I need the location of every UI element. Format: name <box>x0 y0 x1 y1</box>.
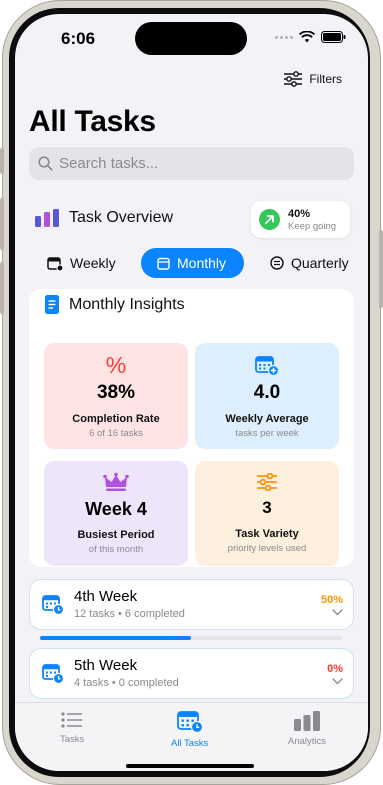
filters-button[interactable]: Filters <box>283 71 342 87</box>
insights-header: Monthly Insights <box>45 295 185 314</box>
signal-dots-icon <box>275 35 293 39</box>
week-summary: 4 tasks • 0 completed <box>74 677 179 689</box>
metric-weekly-average: 4.0 Weekly Average tasks per week <box>195 343 339 449</box>
volume-up-button <box>0 198 4 250</box>
calendar-clock-icon <box>42 664 64 684</box>
tabbar-label: Analytics <box>288 736 327 747</box>
calendar-clock-icon <box>42 595 64 615</box>
bar-chart-icon <box>294 711 320 731</box>
week-title: 4th Week <box>74 588 138 605</box>
week-summary: 12 tasks • 6 completed <box>74 608 185 620</box>
metric-subtitle: priority levels used <box>227 543 307 554</box>
metric-label: Weekly Average <box>225 413 309 425</box>
insights-title: Monthly Insights <box>69 295 185 313</box>
week-progress-bar <box>40 636 342 640</box>
metric-task-variety: 3 Task Variety priority levels used <box>195 461 339 566</box>
task-overview-title: Task Overview <box>69 209 174 226</box>
percent-icon: % <box>105 352 127 378</box>
week-percent: 0% <box>327 663 343 675</box>
quarter-icon <box>270 256 284 270</box>
calendar-week-icon <box>47 256 63 271</box>
metric-value: 4.0 <box>253 382 281 403</box>
metric-subtitle: 6 of 16 tasks <box>89 428 143 439</box>
sliders-icon <box>257 473 277 491</box>
tab-quarterly[interactable]: Quarterly <box>256 248 368 278</box>
tab-weekly[interactable]: Weekly <box>35 248 124 278</box>
week-row-4[interactable]: 4th Week 12 tasks • 6 completed 50% <box>29 579 354 630</box>
tab-weekly-label: Weekly <box>70 255 116 271</box>
volume-down-button <box>0 262 4 314</box>
power-button <box>379 230 383 308</box>
week-title: 5th Week <box>74 657 138 674</box>
status-time: 6:06 <box>61 29 96 48</box>
search-bar[interactable] <box>29 147 354 180</box>
metric-busiest-period: Week 4 Busiest Period of this month <box>44 461 188 566</box>
period-tabs: Weekly Monthly Quarterly <box>15 248 368 278</box>
week-percent: 50% <box>320 594 343 606</box>
metric-value: Week 4 <box>85 499 147 519</box>
metric-label: Busiest Period <box>77 529 155 541</box>
progress-percent: 40% <box>288 207 311 220</box>
task-overview-header: Task Overview <box>35 209 173 227</box>
calendar-icon <box>157 257 170 270</box>
metric-label: Completion Rate <box>72 413 160 425</box>
tab-quarterly-label: Quarterly <box>291 255 349 271</box>
metric-label: Task Variety <box>235 528 299 540</box>
search-icon <box>38 156 53 171</box>
progress-badge: 40% Keep going <box>251 201 350 238</box>
monthly-insights-card: Monthly Insights % 38% Completion Rate 6… <box>29 289 354 567</box>
battery-icon <box>321 31 346 43</box>
trend-up-icon <box>259 209 280 230</box>
chevron-down-icon[interactable] <box>332 609 343 616</box>
search-input[interactable] <box>59 155 329 172</box>
bar-chart-icon <box>35 209 59 227</box>
list-icon <box>61 712 83 728</box>
filters-label: Filters <box>309 72 342 86</box>
sliders-icon <box>284 71 303 87</box>
metric-subtitle: of this month <box>88 544 144 555</box>
chevron-down-icon[interactable] <box>332 678 343 685</box>
metric-subtitle: tasks per week <box>235 428 299 439</box>
wifi-icon <box>299 31 315 43</box>
tab-monthly[interactable]: Monthly <box>141 248 244 278</box>
status-icons <box>275 31 346 43</box>
tabbar-label: All Tasks <box>171 738 209 749</box>
document-icon <box>45 295 59 314</box>
tabbar-item-analytics[interactable]: Analytics <box>288 711 326 747</box>
metric-value: 38% <box>96 382 136 403</box>
tabbar-item-tasks[interactable]: Tasks <box>60 711 84 745</box>
progress-subtitle: Keep going <box>288 220 337 232</box>
page-title: All Tasks <box>29 105 156 138</box>
week-row-5[interactable]: 5th Week 4 tasks • 0 completed 0% <box>29 648 354 699</box>
tabbar-label: Tasks <box>60 734 85 745</box>
app-screen: 6:06 Filters All Tasks Search tasks... T… <box>15 14 368 771</box>
calendar-clock-icon <box>176 711 203 733</box>
tabbar-item-all-tasks[interactable]: All Tasks <box>171 711 208 749</box>
action-button <box>0 148 4 174</box>
crown-icon <box>103 472 129 491</box>
bottom-tab-bar: Tasks All Tasks Analytics <box>15 702 368 771</box>
metric-value: 3 <box>262 498 272 517</box>
tab-monthly-label: Monthly <box>177 255 227 271</box>
week-progress-fill <box>40 636 191 640</box>
home-indicator <box>126 764 254 768</box>
metric-completion-rate: % 38% Completion Rate 6 of 16 tasks <box>44 343 188 449</box>
dynamic-island <box>135 22 247 55</box>
calendar-plus-icon <box>255 356 279 376</box>
